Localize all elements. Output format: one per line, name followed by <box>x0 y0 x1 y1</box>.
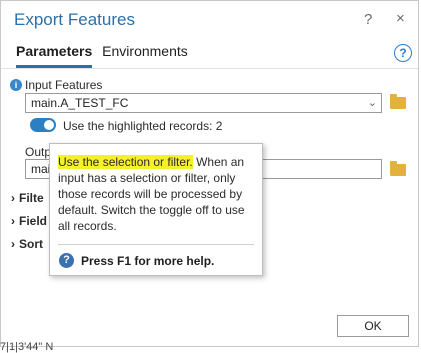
tab-parameters[interactable]: Parameters <box>16 43 93 68</box>
tooltip-body: Use the selection or filter. When an inp… <box>58 154 254 234</box>
toggle-label: Use the highlighted records: 2 <box>63 119 223 133</box>
tooltip-divider <box>58 244 254 245</box>
close-icon[interactable]: × <box>396 10 405 27</box>
tab-bar: Parameters Environments <box>16 43 194 68</box>
input-features-label: Input Features <box>25 78 103 92</box>
output-value: mai <box>31 162 51 176</box>
browse-folder-icon[interactable] <box>390 94 406 109</box>
info-icon[interactable]: i <box>10 79 22 91</box>
use-highlighted-toggle[interactable] <box>30 118 56 132</box>
help-icon: ? <box>59 253 74 268</box>
output-browse-icon[interactable] <box>390 161 406 176</box>
output-label: Outp <box>25 145 52 159</box>
window-title: Export Features <box>14 10 135 29</box>
tooltip-help-text: Press F1 for more help. <box>81 254 215 268</box>
section-field-label: Field <box>19 214 48 228</box>
chevron-down-icon[interactable]: ⌄ <box>368 94 377 112</box>
chevron-right-icon: › <box>11 214 15 228</box>
section-sort[interactable]: › Sort <box>11 237 43 251</box>
section-filter[interactable]: › Filte <box>11 191 44 205</box>
tool-help-icon[interactable]: ? <box>394 44 412 62</box>
help-icon[interactable]: ? <box>364 11 372 28</box>
ok-button[interactable]: OK <box>337 315 409 337</box>
section-field[interactable]: › Field <box>11 214 47 228</box>
partial-coordinate-text: 7|1|3'44" N <box>0 341 54 353</box>
input-features-value: main.A_TEST_FC <box>31 96 129 110</box>
tab-divider <box>1 68 418 69</box>
tooltip-highlight: Use the selection or filter. <box>58 155 193 169</box>
input-features-dropdown[interactable]: main.A_TEST_FC ⌄ <box>25 93 382 113</box>
chevron-right-icon: › <box>11 191 15 205</box>
tab-environments[interactable]: Environments <box>102 43 188 65</box>
section-filter-label: Filte <box>19 191 44 205</box>
toggle-knob <box>44 120 54 130</box>
chevron-right-icon: › <box>11 237 15 251</box>
section-sort-label: Sort <box>19 237 43 251</box>
tooltip-popup: Use the selection or filter. When an inp… <box>49 143 263 276</box>
